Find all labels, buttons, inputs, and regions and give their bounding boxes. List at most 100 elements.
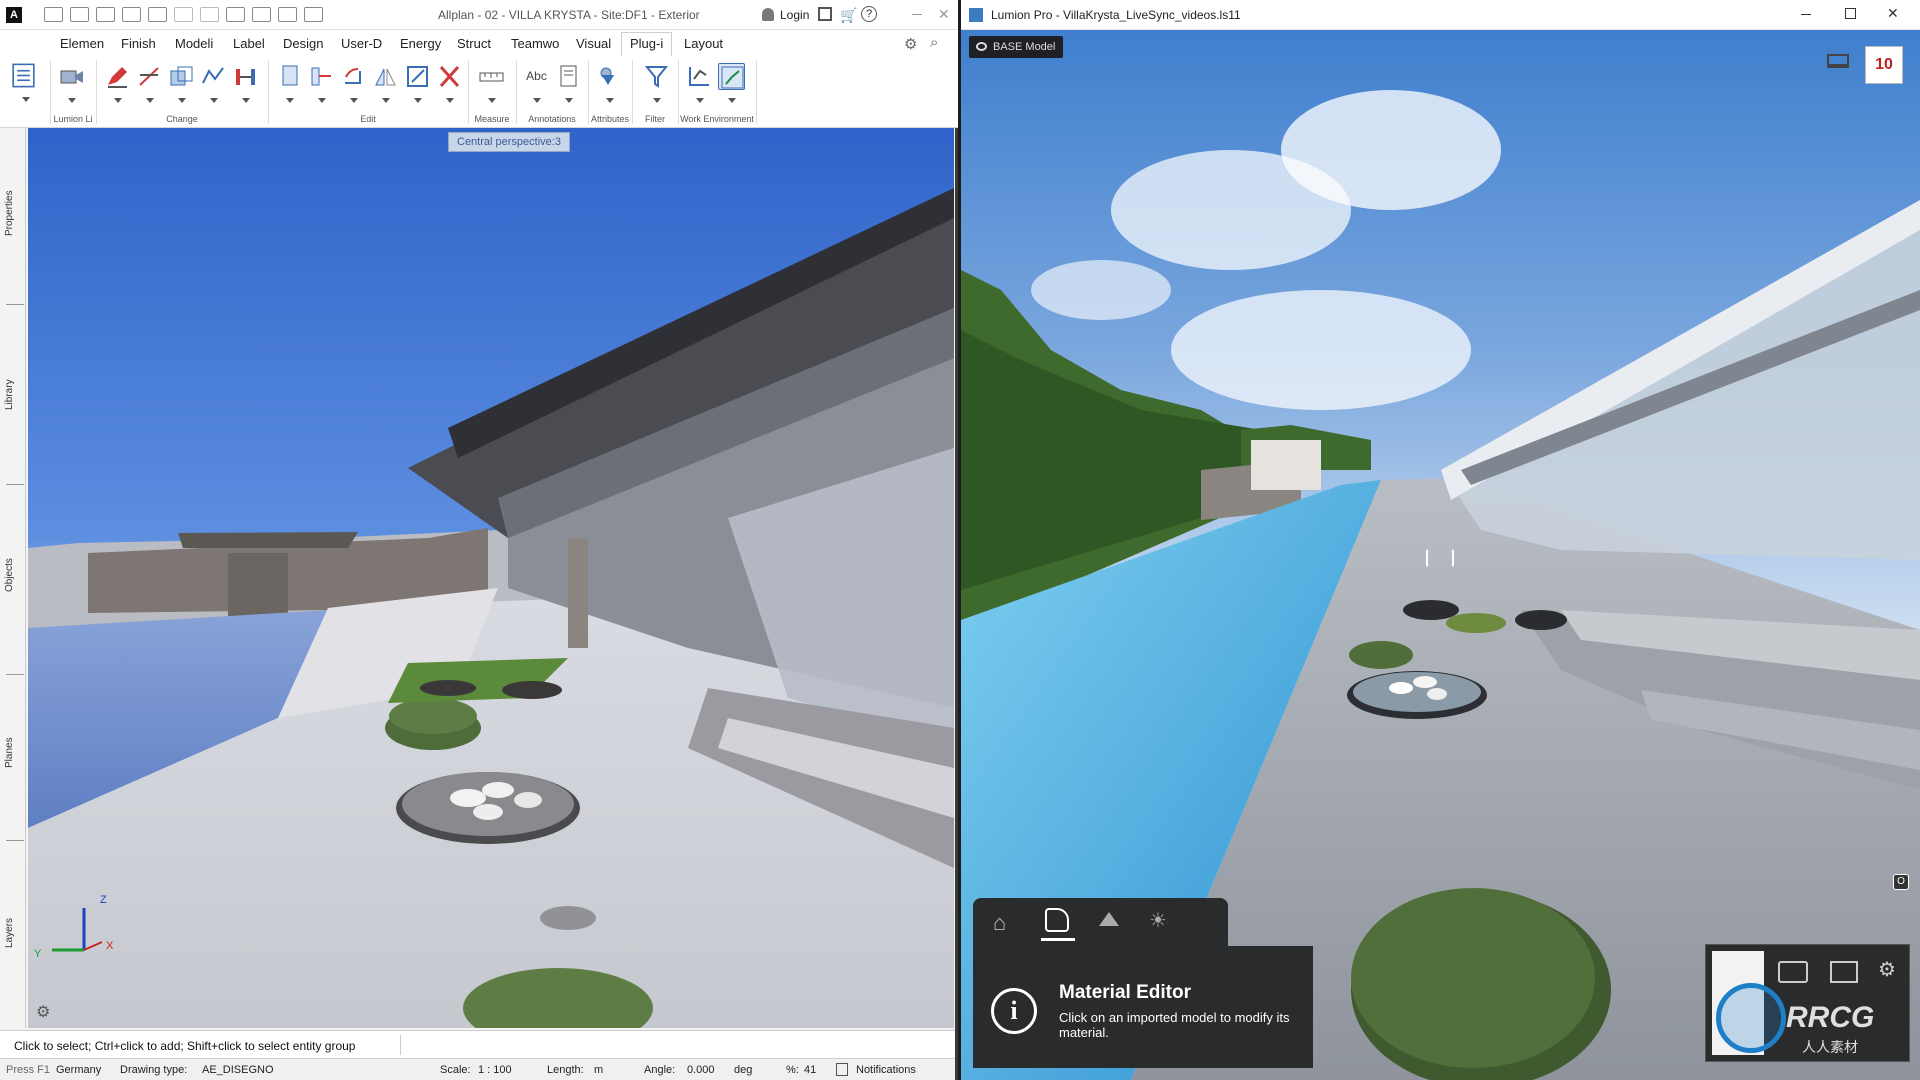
settings-icon[interactable]: ⚙ xyxy=(1878,957,1896,982)
tab-user-d[interactable]: User-D xyxy=(341,36,382,51)
modify-pen-icon[interactable] xyxy=(104,63,131,90)
stretch-icon[interactable] xyxy=(136,63,163,90)
lumion-titlebar: Lumion Pro - VillaKrysta_LiveSync_videos… xyxy=(961,0,1920,30)
work-env-active-icon[interactable] xyxy=(718,63,745,90)
drawing-type-value[interactable]: AE_DISEGNO xyxy=(202,1064,274,1076)
edit-icon[interactable] xyxy=(122,7,141,23)
help-icon[interactable]: ? xyxy=(861,6,877,22)
connect-icon[interactable] xyxy=(818,7,832,21)
polyline-icon[interactable] xyxy=(200,63,227,90)
tab-teamwo[interactable]: Teamwo xyxy=(511,36,559,51)
tab-objects[interactable]: Objects xyxy=(4,540,22,610)
material-editor-info: i Material Editor Click on an imported m… xyxy=(973,946,1313,1068)
filter-icon[interactable] xyxy=(643,63,670,90)
percent-value[interactable]: 41 xyxy=(804,1064,816,1076)
delete-icon[interactable] xyxy=(436,63,463,90)
view-icon[interactable] xyxy=(226,7,245,23)
mirror-icon[interactable] xyxy=(372,63,399,90)
minimize-button[interactable] xyxy=(912,14,922,15)
measure-icon[interactable] xyxy=(478,63,505,90)
search-icon[interactable]: ⌕ xyxy=(930,34,938,51)
notifications-button[interactable]: Notifications xyxy=(856,1064,916,1076)
allplan-viewport[interactable]: Central perspective:3 Z X Y ⚙ xyxy=(28,128,954,1028)
length-unit[interactable]: m xyxy=(594,1064,603,1076)
navigate-icon[interactable] xyxy=(252,7,271,23)
print-icon[interactable] xyxy=(148,7,167,23)
angle-unit[interactable]: deg xyxy=(734,1064,752,1076)
tab-plug-i[interactable]: Plug-i xyxy=(621,32,673,56)
tab-energy[interactable]: Energy xyxy=(400,36,441,51)
layout-icon[interactable] xyxy=(278,7,297,23)
tab-modeli[interactable]: Modeli xyxy=(175,36,213,51)
login-button[interactable]: Login xyxy=(780,8,809,22)
text-abc-icon[interactable]: Abc xyxy=(523,63,550,90)
work-env-icon[interactable] xyxy=(686,63,713,90)
status-bar: Press F1 Germany Drawing type: AE_DISEGN… xyxy=(0,1058,955,1080)
active-tab-indicator xyxy=(1041,938,1075,941)
copy-icon[interactable] xyxy=(276,63,303,90)
orbit-toggle-icon[interactable]: O xyxy=(1893,874,1909,890)
settings-icon[interactable]: ⚙ xyxy=(904,35,917,53)
cart-icon[interactable]: 🛒 xyxy=(840,7,857,24)
user-icon[interactable] xyxy=(762,8,774,21)
attributes-icon[interactable] xyxy=(596,63,623,90)
watermark-logo xyxy=(1716,983,1786,1053)
tab-elemen[interactable]: Elemen xyxy=(60,36,104,51)
allplan-menu-tabs: Elemen Finish Modeli Label Design User-D… xyxy=(0,30,958,56)
command-line: Click to select; Ctrl+click to add; Shif… xyxy=(0,1030,955,1058)
allplan-logo[interactable]: A xyxy=(6,7,22,23)
home-icon[interactable]: ⌂ xyxy=(993,910,1006,936)
tab-visual[interactable]: Visual xyxy=(576,36,611,51)
camera-viewpoint-icon[interactable] xyxy=(1827,54,1849,68)
watermark-cn-text: 人人素材 xyxy=(1802,1039,1858,1055)
counter-badge[interactable]: 10 xyxy=(1865,46,1903,84)
photo-mode-icon[interactable] xyxy=(1778,961,1808,983)
group-attributes: Attributes xyxy=(590,114,630,124)
tab-struct[interactable]: Struct xyxy=(457,36,491,51)
tab-layout[interactable]: Layout xyxy=(684,36,723,51)
landscape-icon[interactable] xyxy=(1099,912,1119,926)
rotate-icon[interactable] xyxy=(340,63,367,90)
material-icon[interactable] xyxy=(1045,908,1069,932)
redo-icon[interactable] xyxy=(200,7,219,23)
close-button[interactable]: ✕ xyxy=(938,6,950,23)
base-model-badge[interactable]: BASE Model xyxy=(969,36,1064,58)
move-icon[interactable] xyxy=(308,63,335,90)
annotation-doc-icon[interactable] xyxy=(555,63,582,90)
tab-finish[interactable]: Finish xyxy=(121,36,156,51)
help-hint: Press F1 xyxy=(6,1064,51,1076)
mode-switcher: ⚙ RRCG 人人素材 xyxy=(1705,944,1910,1062)
lumion-camera-icon[interactable] xyxy=(58,63,85,90)
close-button[interactable]: ✕ xyxy=(1887,5,1899,22)
dimension-icon[interactable] xyxy=(232,63,259,90)
tab-design[interactable]: Design xyxy=(283,36,323,51)
allplan-side-palette: Properties Library Objects Planes Layers xyxy=(0,128,26,1028)
tab-planes[interactable]: Planes xyxy=(4,718,22,788)
angle-value[interactable]: 0.000 xyxy=(687,1064,715,1076)
undo-icon[interactable] xyxy=(174,7,193,23)
tab-library[interactable]: Library xyxy=(4,360,22,430)
maximize-button[interactable] xyxy=(1845,8,1856,19)
country[interactable]: Germany xyxy=(56,1064,101,1076)
scale-value[interactable]: 1 : 100 xyxy=(478,1064,512,1076)
tools-icon[interactable] xyxy=(304,7,323,23)
lumion-viewport[interactable]: BASE Model 10 O ⌂ ☀ i Material Editor Cl… xyxy=(961,30,1920,1080)
copy-transform-icon[interactable] xyxy=(168,63,195,90)
navigation-wheel-icon[interactable]: ⚙ xyxy=(36,1002,50,1022)
group-change: Change xyxy=(166,114,198,124)
angle-label: Angle: xyxy=(644,1064,676,1076)
tab-label[interactable]: Label xyxy=(233,36,265,51)
scale-icon[interactable] xyxy=(404,63,431,90)
save-icon[interactable] xyxy=(96,7,115,23)
new-icon[interactable] xyxy=(44,7,63,23)
movie-mode-icon[interactable] xyxy=(1830,961,1858,983)
weather-icon[interactable]: ☀ xyxy=(1149,908,1167,933)
lumion-window: Lumion Pro - VillaKrysta_LiveSync_videos… xyxy=(961,0,1920,1080)
tab-layers[interactable]: Layers xyxy=(4,898,22,968)
tab-properties[interactable]: Properties xyxy=(4,178,22,248)
open-icon[interactable] xyxy=(70,7,89,23)
notifications-icon[interactable] xyxy=(836,1063,848,1076)
viewport-label[interactable]: Central perspective:3 xyxy=(448,132,570,152)
minimize-button[interactable] xyxy=(1801,14,1811,15)
project-icon[interactable] xyxy=(10,62,42,96)
